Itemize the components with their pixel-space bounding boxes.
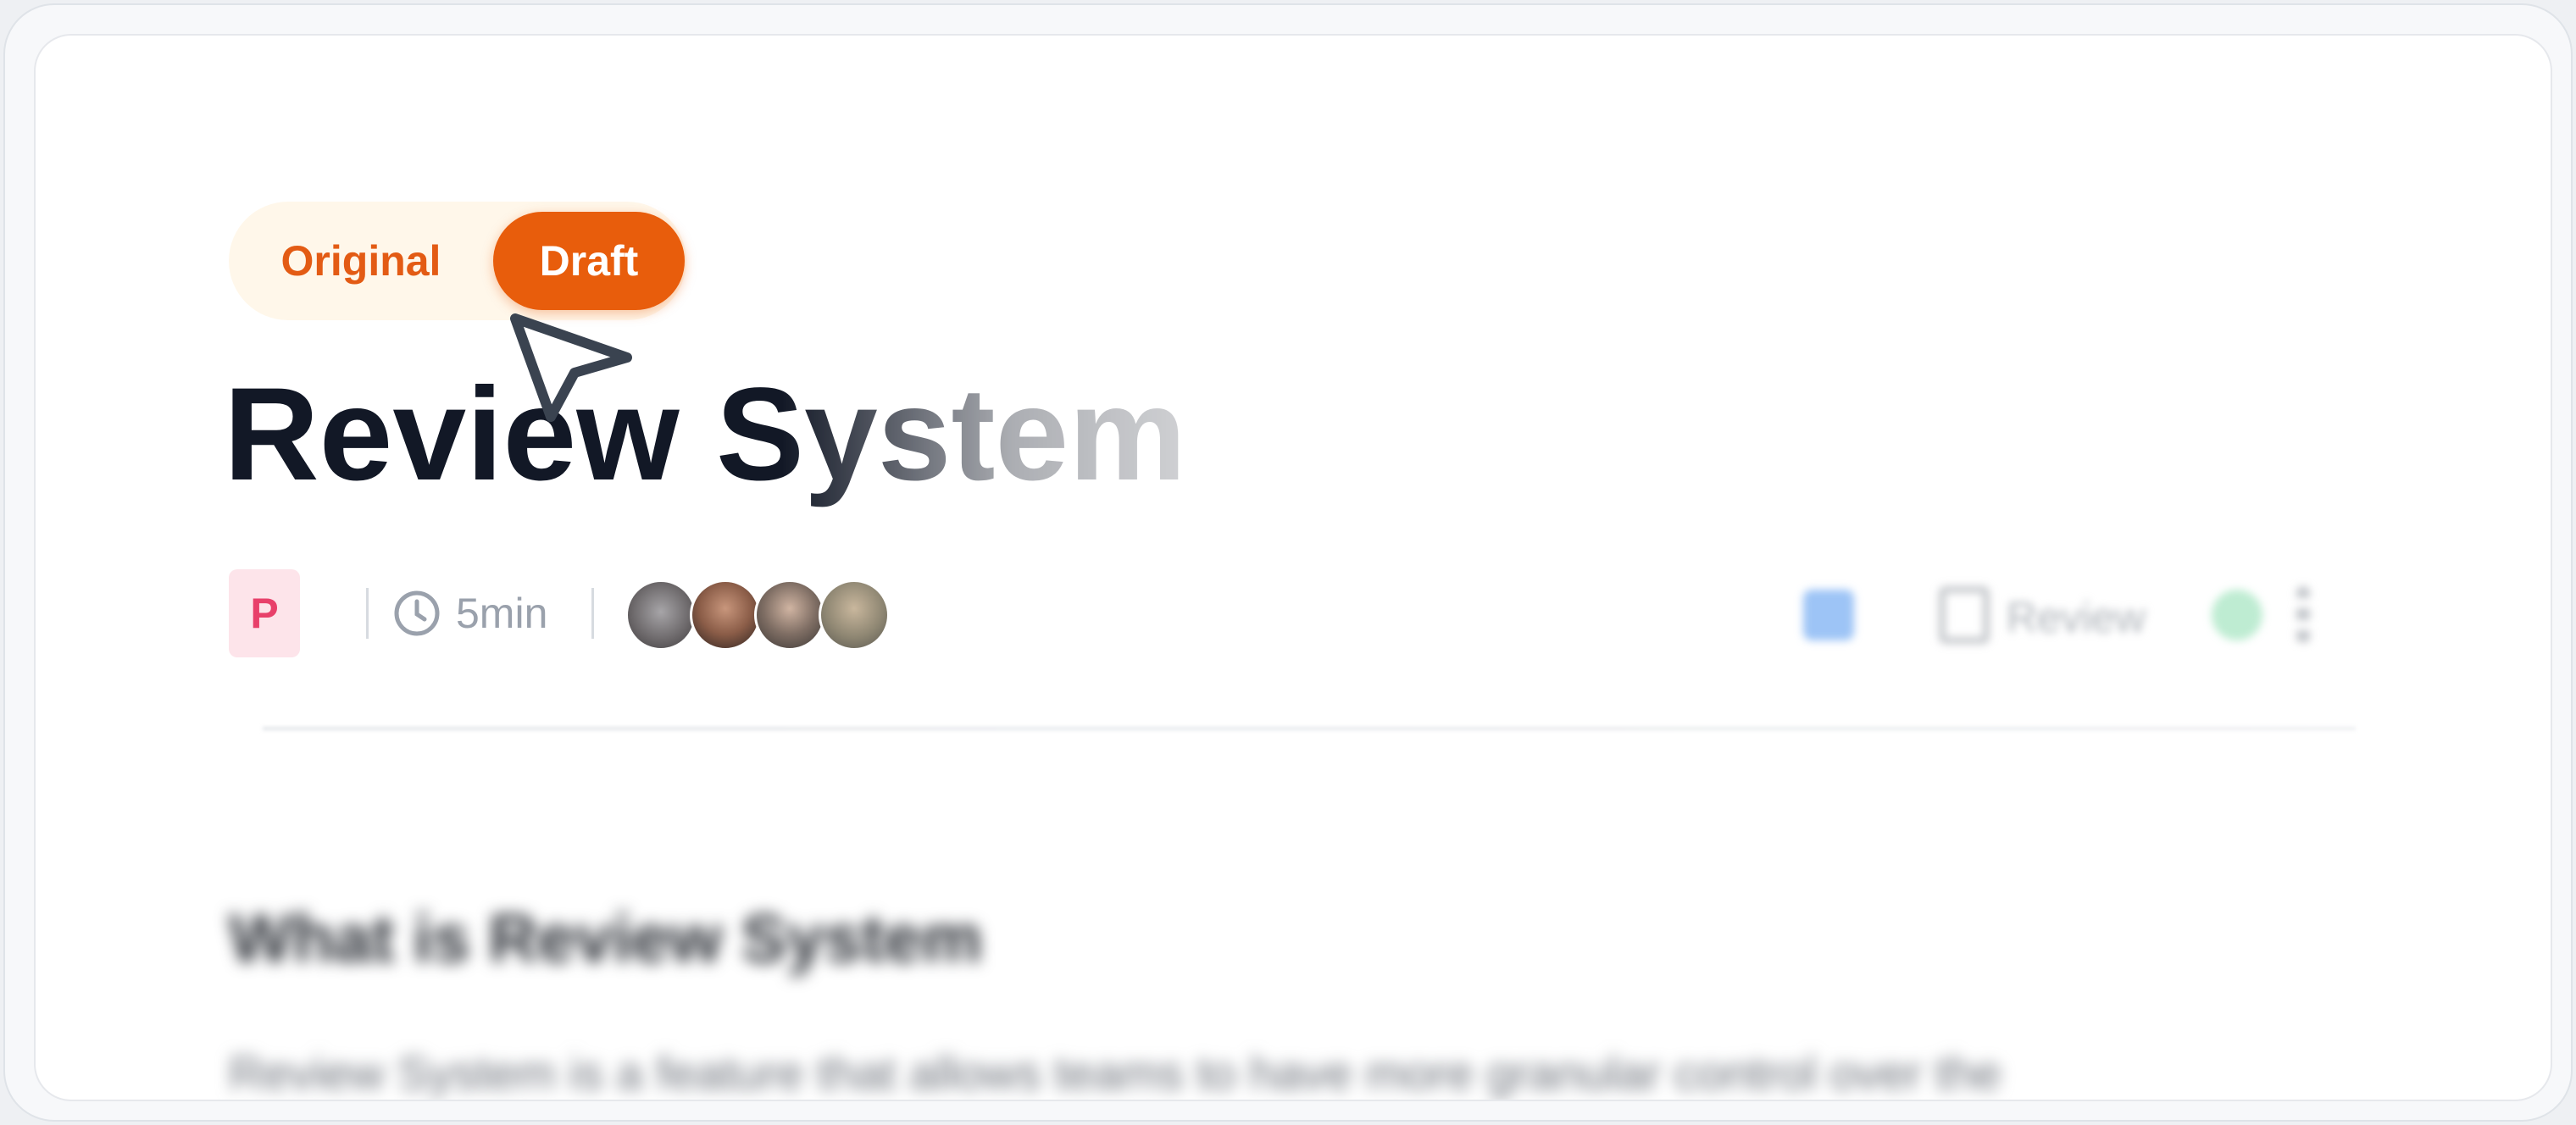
pointer-cursor-icon <box>510 313 632 422</box>
meta-divider <box>591 588 594 639</box>
page-title-wrap: Review System <box>224 359 1186 511</box>
page-title: Review System <box>224 361 1186 508</box>
body-paragraph: Review System is a feature that allows t… <box>229 1046 2001 1100</box>
section-heading: What is Review System <box>229 901 983 976</box>
read-time: 5min <box>456 590 548 637</box>
status-dot-icon[interactable] <box>2212 590 2262 640</box>
divider <box>263 727 2356 730</box>
avatar[interactable] <box>690 579 761 651</box>
document-meta-row: P 5min Review <box>229 569 2364 657</box>
checkbox-icon[interactable] <box>1803 590 1854 640</box>
avatar[interactable] <box>819 579 890 651</box>
document-review-icon[interactable] <box>1939 586 1990 644</box>
review-button[interactable]: Review <box>2007 593 2146 642</box>
clock-icon <box>394 590 440 636</box>
meta-divider <box>366 588 369 639</box>
more-vertical-icon[interactable] <box>2296 586 2310 644</box>
toggle-draft[interactable]: Draft <box>493 212 685 310</box>
toggle-original[interactable]: Original <box>229 212 493 310</box>
avatar[interactable] <box>625 579 697 651</box>
category-badge[interactable]: P <box>229 569 300 657</box>
avatar[interactable] <box>754 579 825 651</box>
window-frame: Original Draft Review System P 5min Revi… <box>3 3 2573 1122</box>
document-card: Original Draft Review System P 5min Revi… <box>34 34 2552 1101</box>
version-toggle[interactable]: Original Draft <box>229 202 686 320</box>
